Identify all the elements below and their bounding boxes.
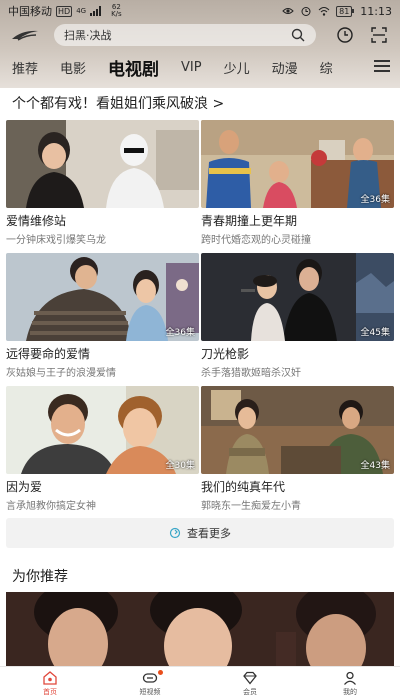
signal-icon — [90, 6, 102, 16]
network-speed: 62 K/s — [111, 3, 122, 18]
drama-subtitle: 跨时代婚恋观的心灵碰撞 — [201, 235, 311, 246]
drama-title[interactable]: 因为爱 — [6, 478, 199, 495]
wifi-icon — [318, 7, 330, 16]
user-icon — [344, 671, 356, 685]
menu-icon[interactable] — [374, 60, 390, 72]
tab-vip[interactable]: VIP — [181, 60, 202, 75]
bottom-navigation: 首页 短视频 会员 我的 — [0, 666, 400, 700]
status-bar: 中国移动 HD 4G 62 K/s 81 11:13 — [0, 0, 400, 22]
poster-thumbnail[interactable]: 全43集 — [201, 386, 394, 474]
network-type: 4G — [76, 6, 87, 15]
drama-card[interactable]: 全43集 我们的纯真年代 郭晓东一生痴爱左小青 — [201, 386, 394, 512]
search-input[interactable]: 扫黑·决战 — [54, 24, 316, 46]
clock: 11:13 — [360, 4, 392, 18]
episode-count: 全43集 — [360, 461, 390, 471]
nav-profile[interactable]: 我的 — [300, 667, 400, 700]
search-placeholder: 扫黑·决战 — [64, 29, 112, 42]
battery-icon: 81 — [336, 5, 355, 17]
drama-title[interactable]: 爱情维修站 — [6, 212, 199, 229]
poster-thumbnail[interactable]: 全45集 — [201, 253, 394, 341]
drama-card[interactable]: 爱情维修站 一分钟床戏引爆笑乌龙 — [6, 120, 199, 246]
notification-dot — [158, 670, 163, 675]
drama-subtitle: 杀手落猎歌姬暗杀汉奸 — [201, 368, 301, 379]
tab-recommend[interactable]: 推荐 — [12, 58, 38, 77]
drama-title[interactable]: 我们的纯真年代 — [201, 478, 394, 495]
carrier-label: 中国移动 — [8, 5, 52, 18]
short-video-icon — [142, 673, 158, 683]
drama-subtitle: 郭晓东一生痴爱左小青 — [201, 501, 301, 512]
drama-card[interactable]: 全36集 青春期撞上更年期 跨时代婚恋观的心灵碰撞 — [201, 120, 394, 246]
drama-subtitle: 灰姑娘与王子的浪漫爱情 — [6, 368, 116, 379]
tab-tv-series[interactable]: 电视剧 — [108, 55, 159, 80]
nav-vip[interactable]: 会员 — [200, 667, 300, 700]
drama-title[interactable]: 青春期撞上更年期 — [201, 212, 394, 229]
drama-card[interactable]: 全45集 刀光枪影 杀手落猎歌姬暗杀汉奸 — [201, 253, 394, 379]
category-tabs: 推荐 电影 电视剧 VIP 少儿 动漫 综 — [0, 52, 400, 82]
tab-kids[interactable]: 少儿 — [224, 58, 250, 77]
nav-vip-label: 会员 — [243, 688, 257, 696]
episode-count: 全36集 — [165, 328, 195, 338]
nav-home-label: 首页 — [43, 688, 57, 696]
tab-movie[interactable]: 电影 — [60, 58, 86, 77]
section-title[interactable]: 个个都有戏！看姐姐们乘风破浪 > — [12, 93, 224, 113]
drama-card[interactable]: 全36集 远得要命的爱情 灰姑娘与王子的浪漫爱情 — [6, 253, 199, 379]
scan-icon[interactable] — [370, 26, 388, 44]
drama-title[interactable]: 刀光枪影 — [201, 345, 394, 362]
search-row: 扫黑·决战 — [0, 22, 400, 48]
poster-thumbnail[interactable] — [6, 120, 199, 208]
nav-profile-label: 我的 — [343, 688, 357, 696]
home-icon — [43, 671, 57, 685]
poster-image — [6, 120, 199, 208]
refresh-icon — [169, 527, 181, 539]
history-icon[interactable] — [336, 26, 354, 44]
tab-anime[interactable]: 动漫 — [272, 58, 298, 77]
recommend-title: 为你推荐 — [12, 569, 68, 585]
nav-short-video-label: 短视频 — [139, 688, 161, 696]
drama-title[interactable]: 远得要命的爱情 — [6, 345, 199, 362]
eye-icon — [282, 8, 294, 14]
hd-badge: HD — [56, 5, 73, 17]
view-more-label: 查看更多 — [187, 527, 231, 540]
diamond-icon — [243, 671, 257, 685]
drama-card[interactable]: 全30集 因为爱 言承旭教你搞定女神 — [6, 386, 199, 512]
poster-thumbnail[interactable]: 全36集 — [201, 120, 394, 208]
search-icon[interactable] — [290, 27, 306, 43]
nav-short-video[interactable]: 短视频 — [100, 667, 200, 700]
banner-image — [6, 592, 394, 668]
alarm-icon — [301, 7, 311, 16]
recommend-banner[interactable] — [6, 592, 394, 668]
top-header: 中国移动 HD 4G 62 K/s 81 11:13 扫黑·决战 推荐 电影 电视… — [0, 0, 400, 88]
episode-count: 全45集 — [360, 328, 390, 338]
view-more-button[interactable]: 查看更多 — [6, 518, 394, 548]
poster-thumbnail[interactable]: 全30集 — [6, 386, 199, 474]
drama-subtitle: 一分钟床戏引爆笑乌龙 — [6, 235, 106, 246]
episode-count: 全30集 — [165, 461, 195, 471]
nav-home[interactable]: 首页 — [0, 667, 100, 700]
episode-count: 全36集 — [360, 195, 390, 205]
poster-thumbnail[interactable]: 全36集 — [6, 253, 199, 341]
tab-variety[interactable]: 综 — [320, 58, 333, 77]
drama-subtitle: 言承旭教你搞定女神 — [6, 501, 96, 512]
app-logo-icon[interactable] — [10, 28, 40, 42]
